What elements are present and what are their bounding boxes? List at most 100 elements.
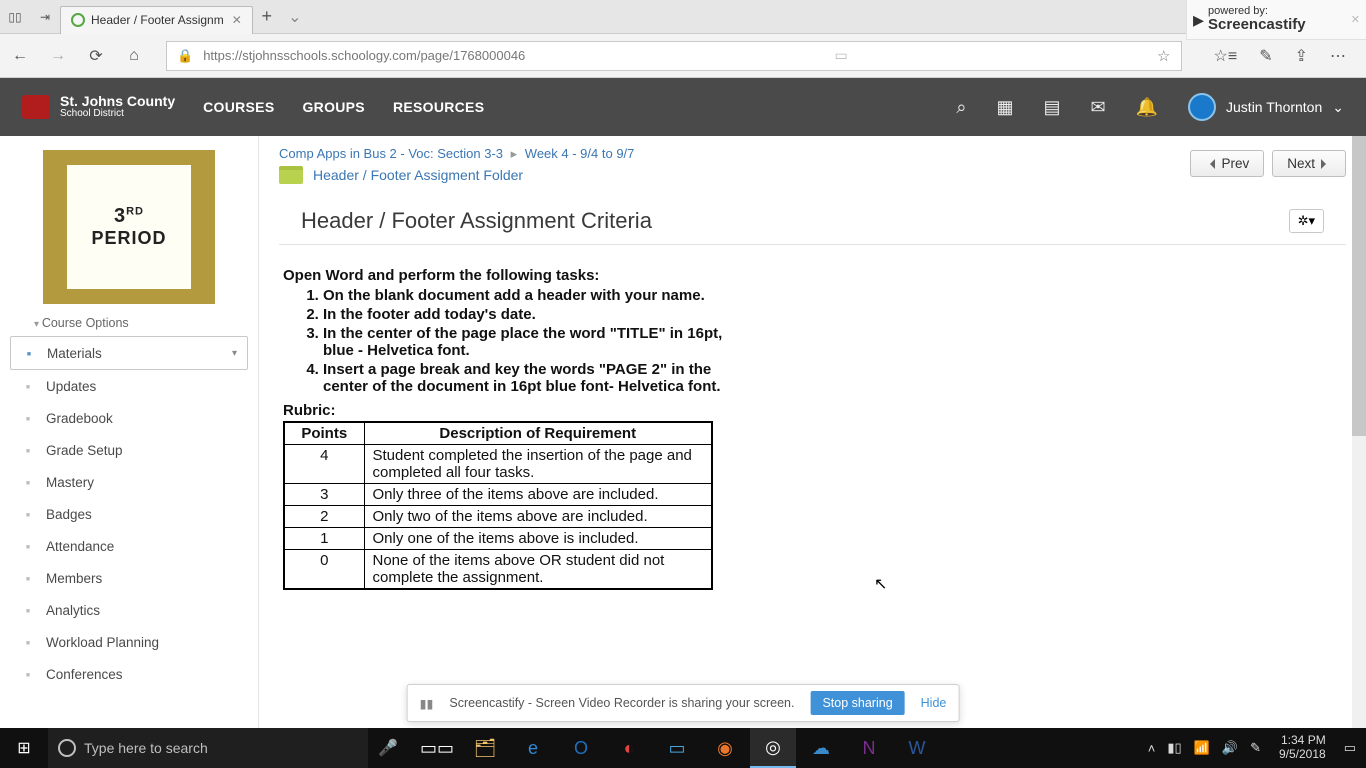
action-center-icon[interactable]: ▭	[1344, 740, 1356, 756]
forward-button[interactable]: →	[48, 47, 68, 65]
onenote-icon[interactable]: N	[846, 728, 892, 768]
scrollbar[interactable]	[1352, 136, 1366, 728]
search-placeholder: Type here to search	[84, 740, 208, 756]
mic-icon[interactable]: 🎤	[368, 738, 408, 758]
folder-link[interactable]: Header / Footer Assigment Folder	[313, 167, 523, 183]
crumb-week[interactable]: Week 4 - 9/4 to 9/7	[525, 146, 635, 161]
chevron-down-icon: ⌄	[1332, 99, 1344, 116]
course-image[interactable]: 3RD PERIOD	[43, 150, 215, 304]
sidebar-item-updates[interactable]: ▪Updates	[10, 370, 248, 402]
desc-cell: Only two of the items above are included…	[364, 506, 712, 528]
course-options[interactable]: Course Options	[34, 316, 258, 330]
sidebar-icon: ▪	[20, 538, 36, 554]
taskbar-search[interactable]: Type here to search	[48, 728, 368, 768]
sidebar-item-badges[interactable]: ▪Badges	[10, 498, 248, 530]
outlook-icon[interactable]: O	[558, 728, 604, 768]
sidebar-item-workload-planning[interactable]: ▪Workload Planning	[10, 626, 248, 658]
task-view-icon[interactable]: ▭▭	[414, 728, 460, 768]
clock[interactable]: 1:34 PM 9/5/2018	[1273, 734, 1332, 762]
pause-icon[interactable]: ▮▮	[420, 696, 434, 711]
battery-icon[interactable]: ▮▯	[1167, 740, 1181, 756]
wifi-icon[interactable]: 📶	[1194, 740, 1210, 756]
firefox-icon[interactable]: ◉	[702, 728, 748, 768]
crumb-course[interactable]: Comp Apps in Bus 2 - Voc: Section 3-3	[279, 146, 503, 161]
word-icon[interactable]: W	[894, 728, 940, 768]
next-button[interactable]: Next	[1272, 150, 1346, 177]
favorite-icon[interactable]: ☆	[1157, 47, 1170, 65]
volume-icon[interactable]: 🔊	[1222, 740, 1238, 756]
main-panel: Comp Apps in Bus 2 - Voc: Section 3-3 ▸ …	[258, 136, 1366, 728]
reading-view-icon[interactable]: ▭	[835, 47, 848, 64]
notifications-icon[interactable]: 🔔	[1136, 97, 1158, 118]
nav-courses[interactable]: COURSES	[203, 99, 274, 115]
chrome-icon[interactable]: ◎	[750, 728, 796, 768]
refresh-button[interactable]: ⟳	[86, 46, 106, 66]
back-button[interactable]: ←	[10, 47, 30, 65]
sidebar-item-conferences[interactable]: ▪Conferences	[10, 658, 248, 690]
more-icon[interactable]: ⋯	[1330, 46, 1346, 66]
tab-overflow-icon[interactable]: ⌄	[281, 7, 309, 27]
app-blue-icon[interactable]: ▭	[654, 728, 700, 768]
sidebar-icon: ▪	[20, 666, 36, 682]
apps-icon[interactable]: ▦	[996, 97, 1013, 118]
home-button[interactable]: ⌂	[124, 47, 144, 65]
favorites-list-icon[interactable]: ☆≡	[1214, 46, 1238, 66]
tab-close-icon[interactable]: ✕	[224, 13, 242, 27]
notes-icon[interactable]: ✎	[1259, 46, 1272, 66]
app-header: St. Johns County School District COURSES…	[0, 78, 1366, 136]
sidebar-item-members[interactable]: ▪Members	[10, 562, 248, 594]
start-button[interactable]: ⊞	[0, 738, 48, 758]
share-icon[interactable]: ⇪	[1295, 46, 1308, 66]
points-cell: 0	[284, 550, 364, 590]
sidebar-item-attendance[interactable]: ▪Attendance	[10, 530, 248, 562]
browser-navbar: ← → ⟳ ⌂ 🔒 https://stjohnsschools.schoolo…	[0, 34, 1366, 78]
nav-groups[interactable]: GROUPS	[302, 99, 364, 115]
calendar-icon[interactable]: ▤	[1043, 97, 1060, 118]
sidebar-item-analytics[interactable]: ▪Analytics	[10, 594, 248, 626]
rubric-heading: Rubric:	[283, 402, 1342, 419]
sidebar-icon: ▪	[21, 345, 37, 361]
sidebar-icon: ▪	[20, 474, 36, 490]
gear-button[interactable]: ✲▾	[1289, 209, 1324, 233]
step-item: In the center of the page place the word…	[323, 324, 723, 360]
org-logo[interactable]: St. Johns County School District	[22, 94, 175, 119]
rubric-table: Points Description of Requirement 4Stude…	[283, 421, 713, 590]
shield-icon	[22, 95, 50, 119]
screen-share-bar: ▮▮ Screencastify - Screen Video Recorder…	[407, 684, 960, 722]
sidebar-item-materials[interactable]: ▪Materials▾	[10, 336, 248, 370]
set-aside-icon[interactable]: ⇥	[30, 0, 60, 34]
tray-chevron-icon[interactable]: ˄	[1148, 741, 1156, 756]
file-explorer-icon[interactable]: 🗂	[462, 728, 508, 768]
stop-sharing-button[interactable]: Stop sharing	[810, 691, 904, 715]
tab-title: Header / Footer Assignm	[91, 13, 224, 27]
tab-actions-icon[interactable]: ▯▯	[0, 0, 30, 34]
sidebar-icon: ▪	[20, 442, 36, 458]
sidebar-item-mastery[interactable]: ▪Mastery	[10, 466, 248, 498]
sidebar-icon: ▪	[20, 410, 36, 426]
prev-button[interactable]: Prev	[1190, 150, 1264, 177]
app-red-icon[interactable]: ◐	[606, 728, 652, 768]
hide-button[interactable]: Hide	[921, 696, 947, 710]
nav-resources[interactable]: RESOURCES	[393, 99, 484, 115]
sidebar-item-grade-setup[interactable]: ▪Grade Setup	[10, 434, 248, 466]
mail-icon[interactable]: ✉	[1091, 97, 1106, 118]
screencastify-logo-icon: ▸	[1193, 7, 1204, 33]
org-subname: School District	[60, 109, 175, 120]
period-label: PERIOD	[91, 228, 166, 249]
new-tab-button[interactable]: +	[253, 6, 281, 27]
table-row: 0None of the items above OR student did …	[284, 550, 712, 590]
user-menu[interactable]: Justin Thornton ⌄	[1188, 93, 1344, 121]
onedrive-icon[interactable]: ☁	[798, 728, 844, 768]
pen-icon[interactable]: ✎	[1250, 740, 1261, 756]
period-suffix: RD	[126, 205, 144, 217]
browser-tab[interactable]: Header / Footer Assignm ✕	[60, 6, 253, 34]
intro-text: Open Word and perform the following task…	[283, 267, 1342, 284]
assignment-content: Open Word and perform the following task…	[259, 245, 1366, 612]
sidebar-item-gradebook[interactable]: ▪Gradebook	[10, 402, 248, 434]
badge-close-icon[interactable]: ✕	[1351, 13, 1360, 26]
cortana-icon	[58, 739, 76, 757]
points-cell: 2	[284, 506, 364, 528]
url-bar[interactable]: 🔒 https://stjohnsschools.schoology.com/p…	[166, 41, 1182, 71]
search-icon[interactable]: ⌕	[956, 97, 966, 118]
edge-icon[interactable]: e	[510, 728, 556, 768]
